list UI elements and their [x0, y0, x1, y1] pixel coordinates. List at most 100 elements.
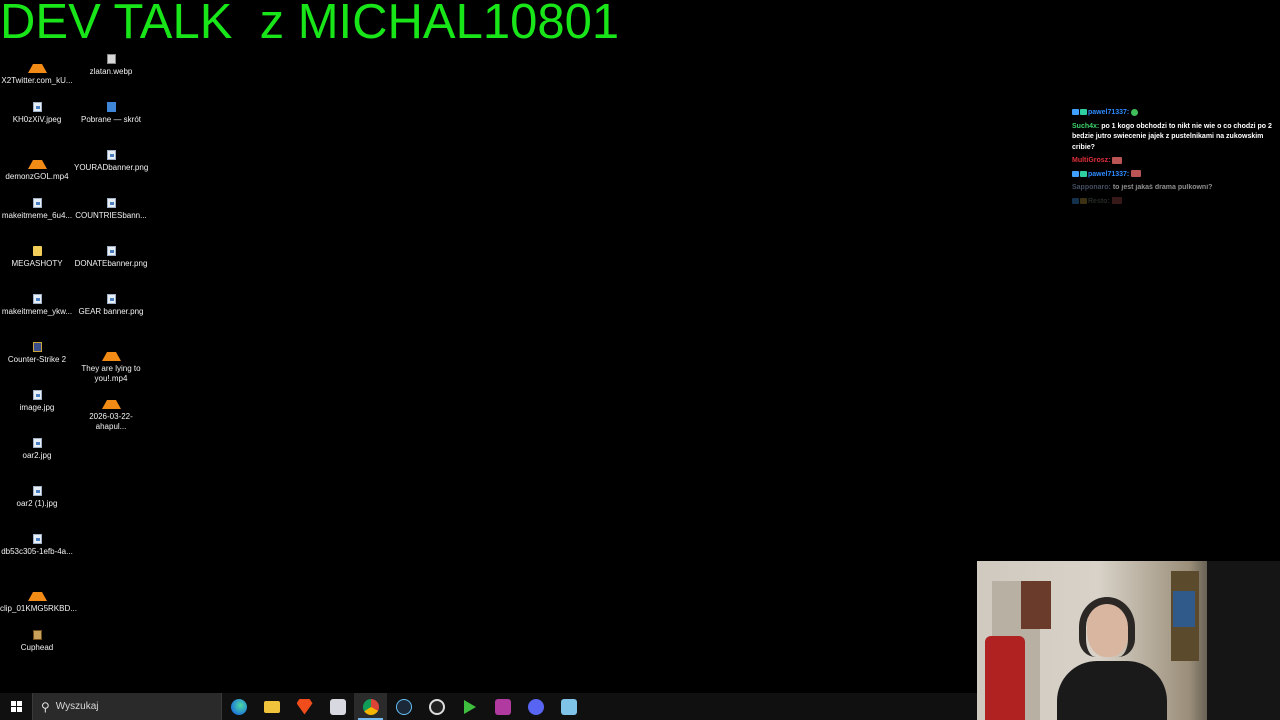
- taskbar-brave[interactable]: [288, 693, 321, 720]
- badge-icon: [1072, 109, 1079, 116]
- taskbar-chrome[interactable]: [354, 693, 387, 720]
- desktop-icon-megashoty[interactable]: MEGASHOTY: [0, 246, 74, 269]
- desktop-icon-label: makeitmeme_6u4...: [1, 211, 73, 220]
- desktop-icon-label: YOURADbanner.png: [74, 163, 149, 172]
- media-player-icon: [463, 699, 476, 714]
- taskbar-app[interactable]: [321, 693, 354, 720]
- emote-icon: [1131, 108, 1139, 116]
- webcam-streamer: [1057, 597, 1167, 720]
- webcam-poster: [1021, 581, 1051, 629]
- desktop-icon-donatebanner[interactable]: DONATEbanner.png: [74, 246, 148, 269]
- desktop-icon-label: oar2 (1).jpg: [16, 499, 58, 508]
- chat-message: Such4x: po 1 kogo obchodzi to nikt nie w…: [1072, 122, 1280, 154]
- counter-strike-icon: [32, 342, 42, 352]
- taskbar-discord[interactable]: [519, 693, 552, 720]
- taskbar-search[interactable]: ⚲ Wyszukaj: [32, 693, 222, 720]
- taskbar: ⚲ Wyszukaj: [0, 693, 977, 720]
- chat-text: to jest jakaś drama pulkowni?: [1112, 184, 1213, 191]
- desktop-icon-2026-03-22[interactable]: 2026-03-22-ahapul...: [74, 390, 148, 432]
- search-placeholder: Wyszukaj: [55, 701, 99, 712]
- chat-message: Resto:: [1072, 197, 1280, 208]
- desktop-icon-pobrane[interactable]: Pobrane — skrót: [74, 102, 148, 125]
- image-file-icon: [32, 198, 42, 208]
- desktop-icon-label: Counter-Strike 2: [7, 355, 67, 364]
- chat-username: Sapponaro:: [1072, 184, 1111, 191]
- search-icon: ⚲: [41, 699, 50, 714]
- emote-icon: [1111, 197, 1122, 205]
- edge-icon: [230, 698, 247, 715]
- desktop-icon-label: GEAR banner.png: [78, 307, 144, 316]
- desktop-icon-label: X2Twitter.com_kU...: [1, 76, 73, 85]
- vlc-icon: [27, 582, 47, 601]
- webcam-streamer-body: [1057, 661, 1167, 720]
- desktop-icon-oar2-1[interactable]: oar2 (1).jpg: [0, 486, 74, 509]
- desktop-icon-db53c305[interactable]: db53c305-1efb-4a...: [0, 534, 74, 557]
- desktop-icon-label: Cuphead: [20, 643, 54, 652]
- vlc-icon: [101, 342, 121, 361]
- desktop-icon-youradbanner[interactable]: YOURADbanner.png: [74, 150, 148, 173]
- discord-icon: [527, 698, 544, 715]
- desktop-icon-makeitmeme-6u4[interactable]: makeitmeme_6u4...: [0, 198, 74, 221]
- file-explorer-icon: [263, 700, 280, 713]
- desktop-icon-zlatan[interactable]: zlatan.webp: [74, 54, 148, 77]
- chat-username: MultiGrosz:: [1072, 157, 1111, 164]
- vlc-icon: [27, 54, 47, 73]
- taskbar-vmix[interactable]: [486, 693, 519, 720]
- desktop-icon-lying-to-you[interactable]: They are lying to you!.mp4: [74, 342, 148, 384]
- desktop-icon-image-jpg[interactable]: image.jpg: [0, 390, 74, 413]
- desktop-icon-label: demonzGOL.mp4: [5, 172, 69, 181]
- desktop-icon-makeitmeme-ykw[interactable]: makeitmeme_ykw...: [0, 294, 74, 317]
- chat-overlay: pawel71337: Such4x: po 1 kogo obchodzi t…: [1072, 108, 1280, 210]
- desktop-icon-label: db53c305-1efb-4a...: [1, 547, 73, 556]
- desktop-icon-label: makeitmeme_ykw...: [1, 307, 73, 316]
- desktop-icon-counter-strike-2[interactable]: Counter-Strike 2: [0, 342, 74, 365]
- desktop-icon-label: Pobrane — skrót: [80, 115, 142, 124]
- start-button[interactable]: [0, 693, 32, 720]
- taskbar-notepad[interactable]: [552, 693, 585, 720]
- desktop-icon-clip[interactable]: clip_01KMG5RKBD...: [0, 582, 77, 614]
- chat-message: MultiGrosz:: [1072, 156, 1280, 167]
- desktop-icon-gearbanner[interactable]: GEAR banner.png: [74, 294, 148, 317]
- taskbar-file-explorer[interactable]: [255, 693, 288, 720]
- taskbar-media-player[interactable]: [453, 693, 486, 720]
- image-file-icon: [106, 198, 116, 208]
- image-file-icon: [32, 438, 42, 448]
- webcam-curtain: [1207, 561, 1280, 720]
- desktop-icon-kh0zxiv[interactable]: KH0zXiV.jpeg: [0, 102, 74, 125]
- desktop-icon-x2twitter[interactable]: X2Twitter.com_kU...: [0, 54, 74, 86]
- webcam-chair: [985, 636, 1025, 720]
- cuphead-icon: [32, 630, 42, 640]
- emote-icon: [1131, 170, 1142, 178]
- folder-icon: [32, 246, 42, 256]
- chat-message: Sapponaro: to jest jakaś drama pulkowni?: [1072, 183, 1280, 194]
- steam-icon: [395, 698, 412, 715]
- desktop-icon-label: image.jpg: [19, 403, 55, 412]
- stream-title: DEV TALK z MICHAL10801: [0, 0, 620, 49]
- taskbar-obs[interactable]: [420, 693, 453, 720]
- taskbar-steam[interactable]: [387, 693, 420, 720]
- desktop-icon-label: clip_01KMG5RKBD...: [0, 604, 77, 613]
- image-file-icon: [32, 486, 42, 496]
- badge-icon: [1080, 170, 1087, 177]
- webcam-feed: [977, 561, 1280, 720]
- image-file-icon: [32, 294, 42, 304]
- chat-message: pawel71337:: [1072, 170, 1280, 181]
- image-file-icon: [32, 102, 42, 112]
- vlc-icon: [101, 390, 121, 409]
- chat-username: Such4x:: [1072, 122, 1100, 130]
- taskbar-edge[interactable]: [222, 693, 255, 720]
- desktop-icon-demonzgol[interactable]: demonzGOL.mp4: [0, 150, 74, 182]
- badge-icon: [1080, 197, 1087, 204]
- windows-logo-icon: [10, 701, 22, 712]
- desktop-icon-label: 2026-03-22-ahapul...: [89, 412, 133, 431]
- badge-icon: [1080, 109, 1087, 116]
- desktop-icon-countriesbanner[interactable]: COUNTRIESbann...: [74, 198, 148, 221]
- desktop-icon-cuphead[interactable]: Cuphead: [0, 630, 74, 653]
- emote-icon: [1112, 156, 1123, 164]
- desktop-icon-label: zlatan.webp: [89, 67, 133, 76]
- desktop-icon-oar2[interactable]: oar2.jpg: [0, 438, 74, 461]
- desktop-icon-label: oar2.jpg: [22, 451, 52, 460]
- webcam-streamer-headset: [1079, 597, 1135, 657]
- desktop-icon-label: COUNTRIESbann...: [75, 211, 147, 220]
- obs-icon: [428, 698, 445, 715]
